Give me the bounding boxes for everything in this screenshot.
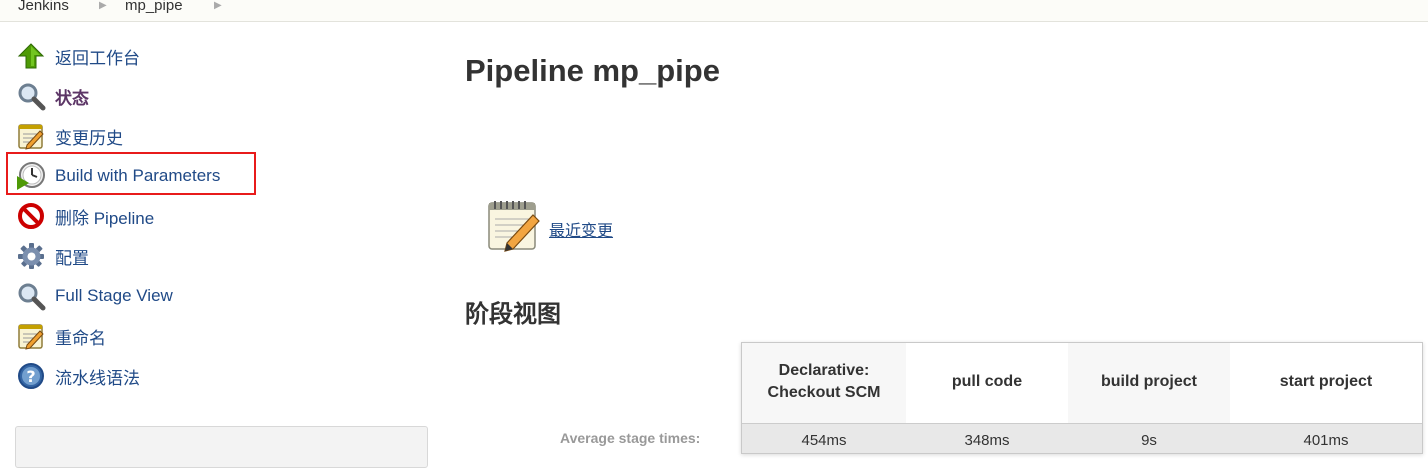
breadcrumb-separator-icon: ▶	[214, 0, 222, 11]
up-arrow-icon	[16, 41, 46, 71]
sidebar-item-label: 流水线语法	[55, 368, 140, 388]
build-history-panel	[15, 426, 428, 468]
stage-header: start project	[1279, 373, 1373, 390]
stage-column: start project 401ms	[1230, 343, 1422, 453]
magnifier-icon	[16, 81, 46, 111]
sidebar-item-label: 重命名	[55, 328, 106, 348]
notepad-icon	[16, 321, 46, 351]
notepad-icon	[485, 197, 543, 255]
sidebar-item-delete-pipeline[interactable]: 删除 Pipeline	[16, 199, 416, 233]
breadcrumb: Jenkins ▶ mp_pipe ▶	[0, 0, 1428, 22]
sidebar-item-label: 删除 Pipeline	[55, 208, 155, 228]
svg-text:?: ?	[26, 367, 35, 386]
stage-column: pull code 348ms	[906, 343, 1068, 453]
sidebar-item-back-to-dashboard[interactable]: 返回工作台	[16, 39, 416, 73]
sidebar-item-status[interactable]: 状态	[16, 79, 416, 113]
stage-column: Declarative: Checkout SCM 454ms	[742, 343, 906, 453]
sidebar-item-full-stage-view[interactable]: Full Stage View	[16, 279, 416, 313]
sidebar-item-rename[interactable]: 重命名	[16, 319, 416, 353]
sidebar-item-change-history[interactable]: 变更历史	[16, 119, 416, 153]
stage-avg-time: 401ms	[1230, 423, 1422, 453]
stage-avg-time: 9s	[1068, 423, 1230, 453]
stage-view-table: Declarative: Checkout SCM 454ms pull cod…	[741, 342, 1423, 454]
sidebar: 返回工作台 状态 变更历史 Build with Parameters 删除 P…	[0, 22, 430, 468]
stage-column: build project 9s	[1068, 343, 1230, 453]
stage-avg-time: 348ms	[906, 423, 1068, 453]
sidebar-item-pipeline-syntax[interactable]: ? 流水线语法	[16, 359, 416, 393]
sidebar-item-label: 变更历史	[55, 128, 123, 148]
help-icon: ?	[16, 361, 46, 391]
breadcrumb-job[interactable]: mp_pipe	[125, 0, 183, 14]
sidebar-item-label: Full Stage View	[55, 286, 173, 305]
page-title: Pipeline mp_pipe	[465, 53, 720, 88]
breadcrumb-separator-icon: ▶	[99, 0, 107, 11]
magnifier-icon	[16, 281, 46, 311]
sidebar-item-configure[interactable]: 配置	[16, 239, 416, 273]
no-entry-icon	[16, 201, 46, 231]
gear-icon	[16, 241, 46, 271]
sidebar-item-label: 状态	[55, 88, 89, 108]
avg-stage-times-label: Average stage times:	[560, 430, 701, 446]
stage-view-title: 阶段视图	[465, 301, 561, 328]
sidebar-item-label: 配置	[55, 248, 89, 268]
breadcrumb-jenkins[interactable]: Jenkins	[18, 0, 69, 14]
highlight-box	[6, 152, 256, 195]
stage-avg-time: 454ms	[742, 423, 906, 453]
stage-header: Declarative: Checkout SCM	[767, 362, 881, 401]
recent-changes-link[interactable]: 最近变更	[549, 217, 613, 241]
notepad-icon	[16, 121, 46, 151]
stage-header: build project	[1101, 373, 1197, 390]
sidebar-item-label: 返回工作台	[55, 48, 140, 68]
stage-header: pull code	[951, 373, 1023, 390]
